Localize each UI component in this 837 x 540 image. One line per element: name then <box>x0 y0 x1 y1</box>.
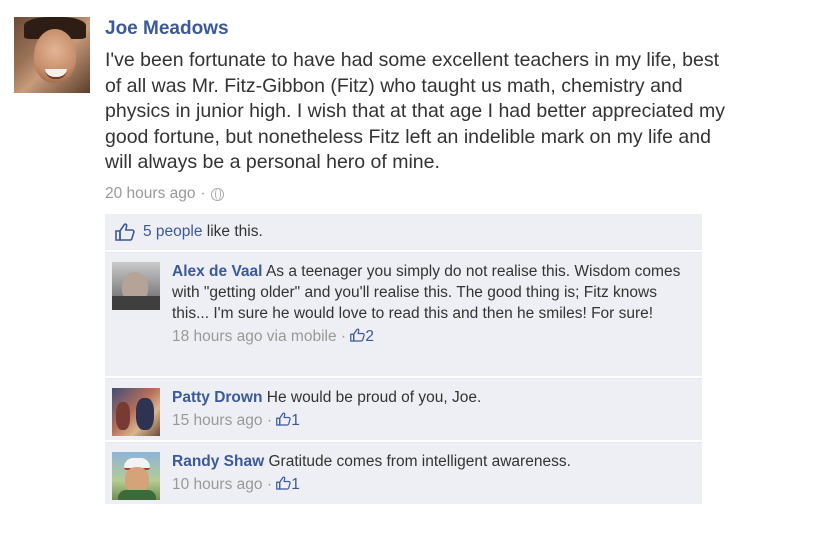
comment-meta: 10 hours ago · 1 <box>172 474 692 495</box>
post-meta: 20 hours ago · <box>105 185 224 203</box>
avatar-figure <box>116 402 130 430</box>
comment-body: Alex de Vaal As a teenager you simply do… <box>172 261 692 347</box>
avatar-figure <box>136 398 154 430</box>
comment-timestamp[interactable]: 15 hours ago <box>172 412 263 429</box>
thumbs-up-icon <box>115 223 135 241</box>
avatar-shirt <box>118 490 156 500</box>
post-author-name[interactable]: Joe Meadows <box>105 18 229 40</box>
meta-separator: · <box>266 412 272 429</box>
post-timestamp[interactable]: 20 hours ago <box>105 185 196 203</box>
comment-text: Gratitude comes from intelligent awarene… <box>268 453 571 470</box>
comment-item: Patty Drown He would be proud of you, Jo… <box>105 378 702 440</box>
feed-post: Joe Meadows I've been fortunate to have … <box>0 0 837 540</box>
meta-separator: · <box>200 185 206 202</box>
comment-timestamp[interactable]: 10 hours ago <box>172 476 263 493</box>
post-message: I've been fortunate to have had some exc… <box>105 49 726 174</box>
commenter-avatar[interactable] <box>112 262 160 310</box>
comment-like-count[interactable]: 2 <box>365 328 374 345</box>
likes-summary: 5 people like this. <box>105 214 702 250</box>
meta-separator: · <box>266 476 272 493</box>
commenter-avatar[interactable] <box>112 452 160 500</box>
comment-meta: 18 hours ago via mobile · 2 <box>172 326 692 347</box>
comment-text: He would be proud of you, Joe. <box>266 389 482 406</box>
thumbs-up-icon[interactable] <box>276 476 291 490</box>
commenter-name[interactable]: Patty Drown <box>172 389 262 406</box>
comment-body: Randy Shaw Gratitude comes from intellig… <box>172 451 692 495</box>
comment-body: Patty Drown He would be proud of you, Jo… <box>172 387 692 431</box>
likes-suffix: like this. <box>206 223 263 240</box>
commenter-name[interactable]: Alex de Vaal <box>172 263 262 280</box>
avatar-figure <box>112 296 160 310</box>
meta-separator: · <box>340 328 347 345</box>
commenter-avatar[interactable] <box>112 388 160 436</box>
comment-like-count[interactable]: 1 <box>291 476 300 493</box>
comment-timestamp[interactable]: 18 hours ago via mobile <box>172 328 337 345</box>
author-avatar[interactable] <box>14 17 90 93</box>
thumbs-up-icon[interactable] <box>276 412 291 426</box>
comment-item: Randy Shaw Gratitude comes from intellig… <box>105 442 702 504</box>
globe-icon[interactable] <box>210 187 224 201</box>
comment-item: Alex de Vaal As a teenager you simply do… <box>105 252 702 376</box>
comment-like-count[interactable]: 1 <box>291 412 300 429</box>
commenter-name[interactable]: Randy Shaw <box>172 453 264 470</box>
likes-count-link[interactable]: 5 people <box>143 223 202 240</box>
comment-meta: 15 hours ago · 1 <box>172 410 692 431</box>
thumbs-up-icon[interactable] <box>350 328 365 342</box>
comment-section: 5 people like this. Alex de Vaal As a te… <box>105 214 702 504</box>
